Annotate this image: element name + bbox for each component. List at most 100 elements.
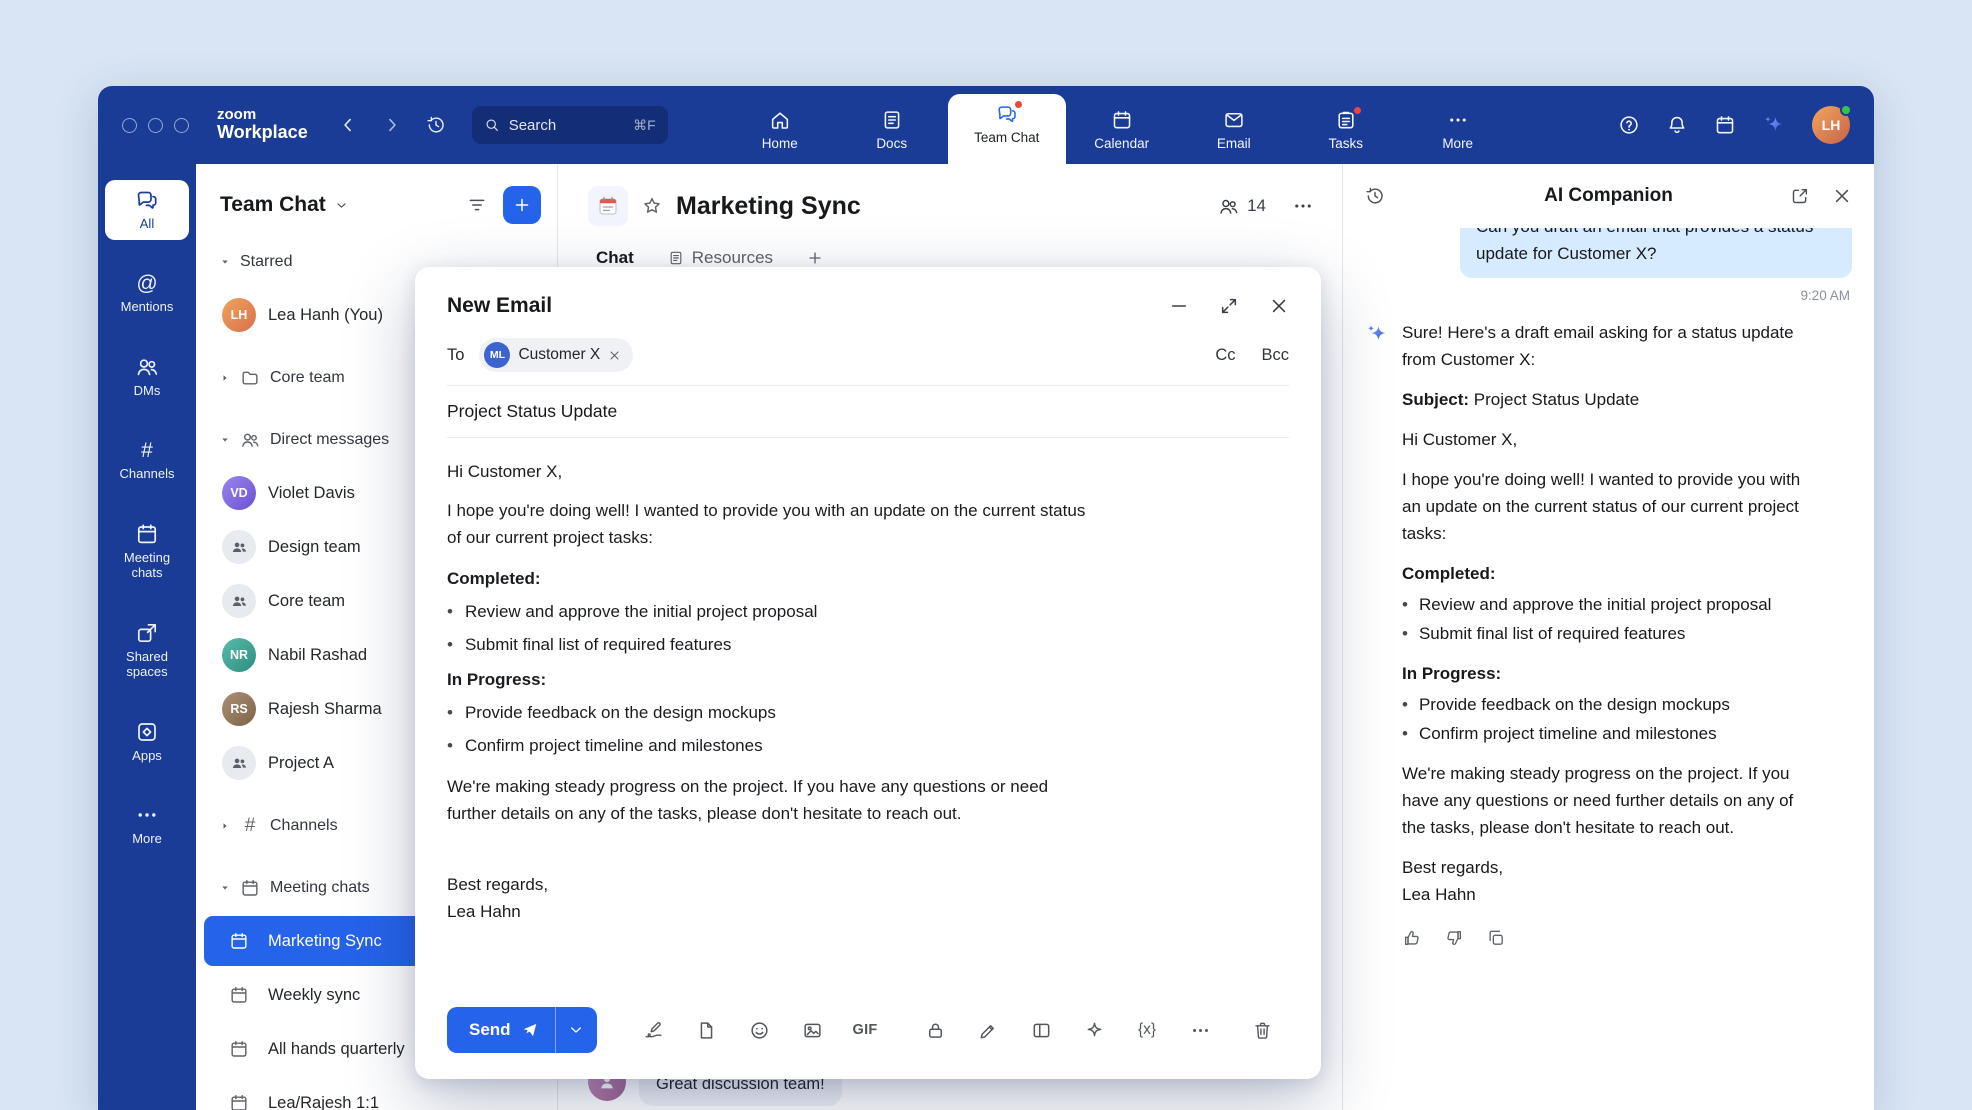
window-minimize-button[interactable]	[148, 118, 163, 133]
window-zoom-button[interactable]	[174, 118, 189, 133]
nav-docs[interactable]: Docs	[836, 109, 948, 164]
notifications-bell-icon[interactable]	[1666, 114, 1688, 136]
copy-icon[interactable]	[1486, 928, 1506, 948]
tab-resources-label: Resources	[692, 248, 773, 268]
rail-item-all[interactable]: All	[105, 180, 189, 240]
minimize-icon[interactable]	[1169, 296, 1189, 316]
ai-assist-button[interactable]	[1068, 1010, 1121, 1050]
ai-companion-panel: AI Companion Can you draft an email that…	[1342, 164, 1874, 1110]
more-options-button[interactable]	[1174, 1010, 1227, 1050]
layout-button[interactable]	[1015, 1010, 1068, 1050]
list-item: Review and approve the initial project p…	[1402, 592, 1802, 618]
tab-chat-label: Chat	[596, 248, 634, 268]
rail-item-meeting-chats[interactable]: Meeting chats	[105, 514, 189, 589]
list-item-label: Violet Davis	[268, 484, 355, 503]
subject-input[interactable]: Project Status Update	[415, 386, 1321, 437]
unread-badge-dot	[1014, 100, 1023, 109]
main-nav: Home Docs Team Chat Calendar Email Tasks	[724, 86, 1514, 164]
sidebar-title[interactable]: Team Chat	[220, 193, 326, 217]
group-icon	[230, 592, 248, 610]
bcc-button[interactable]: Bcc	[1261, 346, 1289, 365]
help-icon[interactable]	[1618, 114, 1640, 136]
calendar-date-icon[interactable]	[1714, 114, 1736, 136]
emoji-button[interactable]	[733, 1010, 786, 1050]
list-item: Confirm project timeline and milestones	[1402, 721, 1802, 747]
search-input[interactable]: Search ⌘F	[472, 106, 668, 144]
gif-button[interactable]: GIF	[839, 1010, 892, 1050]
history-icon[interactable]	[426, 115, 446, 135]
close-icon[interactable]	[1832, 186, 1852, 206]
rail-item-shared-spaces[interactable]: Shared spaces	[105, 613, 189, 688]
avatar-initials: RS	[230, 702, 247, 716]
ai-conversation: Can you draft an email that provides a s…	[1343, 228, 1874, 1110]
nav-more[interactable]: More	[1402, 109, 1514, 164]
discard-button[interactable]	[1236, 1010, 1289, 1050]
ai-response-paragraph: I hope you're doing well! I wanted to pr…	[1402, 466, 1802, 547]
close-icon[interactable]	[1269, 296, 1289, 316]
triangle-right-icon	[220, 373, 230, 383]
avatar: LH	[222, 298, 256, 332]
calendar-emoji-icon	[596, 194, 620, 218]
list-item-label: Marketing Sync	[268, 932, 382, 951]
rail-item-apps[interactable]: Apps	[105, 712, 189, 772]
email-signature: Lea Hahn	[447, 898, 1087, 925]
avatar-initials: VD	[230, 486, 247, 500]
send-options-dropdown[interactable]	[555, 1007, 597, 1053]
email-body-editor[interactable]: Hi Customer X, I hope you're doing well!…	[415, 438, 1119, 925]
ai-response-intro: Sure! Here's a draft email asking for a …	[1402, 319, 1802, 373]
nav-calendar[interactable]: Calendar	[1066, 109, 1178, 164]
recipient-chip[interactable]: ML Customer X	[479, 338, 633, 372]
rail-label-mentions: Mentions	[121, 300, 174, 315]
avatar: RS	[222, 692, 256, 726]
logo-zoom-text: zoom	[217, 107, 308, 123]
remove-recipient-icon[interactable]	[608, 349, 621, 362]
forward-icon[interactable]	[382, 115, 402, 135]
channel-more-icon[interactable]	[1292, 195, 1314, 217]
member-count[interactable]: 14	[1218, 196, 1266, 217]
ai-sparkle-icon[interactable]	[1762, 113, 1786, 137]
nav-team-chat[interactable]: Team Chat	[948, 94, 1066, 164]
filter-icon[interactable]	[467, 195, 487, 215]
window-close-button[interactable]	[122, 118, 137, 133]
user-avatar[interactable]: LH	[1812, 106, 1850, 144]
new-chat-button[interactable]	[503, 186, 541, 224]
cc-button[interactable]: Cc	[1215, 346, 1235, 365]
nav-home[interactable]: Home	[724, 109, 836, 164]
nav-more-label: More	[1442, 136, 1473, 151]
rail-item-dms[interactable]: DMs	[105, 347, 189, 407]
template-button[interactable]	[680, 1010, 733, 1050]
thumbs-up-icon[interactable]	[1402, 928, 1422, 948]
insert-image-button[interactable]	[786, 1010, 839, 1050]
star-icon[interactable]	[641, 195, 663, 217]
list-item-label: All hands quarterly	[268, 1040, 405, 1059]
rail-item-channels[interactable]: # Channels	[105, 431, 189, 490]
send-button[interactable]: Send	[447, 1007, 555, 1053]
meeting-chats-calendar-icon	[135, 522, 159, 546]
list-item: Provide feedback on the design mockups	[1402, 692, 1802, 718]
list-item-label: Rajesh Sharma	[268, 700, 382, 719]
nav-email[interactable]: Email	[1178, 109, 1290, 164]
code-snippet-button[interactable]: {x}	[1121, 1010, 1174, 1050]
list-item-label: Project A	[268, 754, 334, 773]
topbar: zoom Workplace Search ⌘F Home Docs Tea	[98, 86, 1874, 164]
nav-tasks-label: Tasks	[1328, 136, 1363, 151]
expand-icon[interactable]	[1219, 296, 1239, 316]
rail-item-mentions[interactable]: @ Mentions	[105, 264, 189, 323]
signature-button[interactable]	[627, 1010, 680, 1050]
history-icon[interactable]	[1365, 186, 1385, 206]
thumbs-down-icon[interactable]	[1444, 928, 1464, 948]
list-item-lea-rajesh[interactable]: Lea/Rajesh 1:1	[196, 1076, 557, 1110]
hash-icon: #	[240, 815, 260, 837]
chevron-down-icon[interactable]	[335, 199, 348, 212]
back-icon[interactable]	[338, 115, 358, 135]
open-in-new-icon[interactable]	[1790, 186, 1810, 206]
ai-feedback-bar	[1402, 928, 1852, 948]
new-email-modal: New Email To ML Customer X Cc	[415, 267, 1321, 1079]
rail-item-more[interactable]: More	[105, 795, 189, 855]
ai-signoff: Best regards,	[1402, 854, 1802, 881]
user-avatar-initials: LH	[1822, 117, 1841, 133]
nav-tasks[interactable]: Tasks	[1290, 109, 1402, 164]
encrypt-button[interactable]	[909, 1010, 962, 1050]
completed-list: Review and approve the initial project p…	[447, 599, 1087, 658]
edit-button[interactable]	[962, 1010, 1015, 1050]
